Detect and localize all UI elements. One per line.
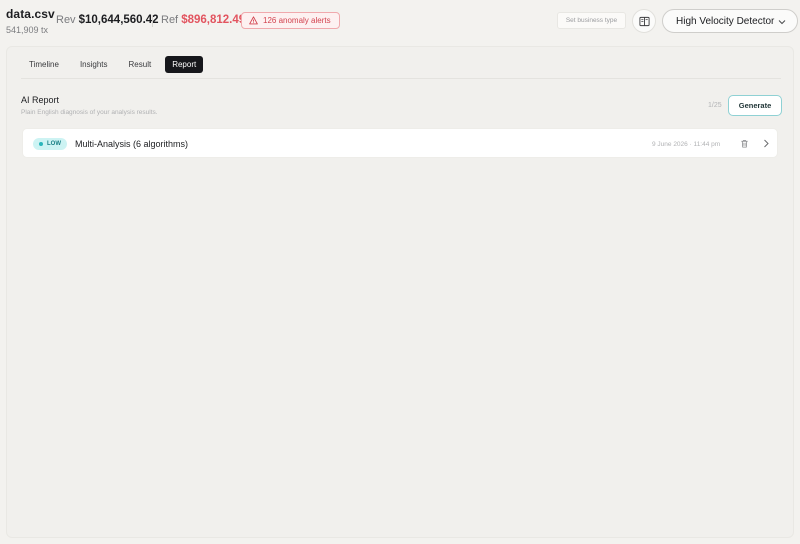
report-title: AI Report <box>21 95 60 105</box>
refund-value: $896,812.49 <box>181 14 246 26</box>
chevron-right-icon[interactable] <box>762 139 770 148</box>
generate-button[interactable]: Generate <box>728 95 782 116</box>
refund-metric: Ref $896,812.49 <box>161 14 245 26</box>
trash-icon[interactable] <box>740 139 749 148</box>
tabs-divider <box>21 78 781 79</box>
report-list-item[interactable]: LOW Multi-Analysis (6 algorithms) 9 June… <box>22 128 778 158</box>
severity-label: LOW <box>47 141 61 147</box>
refund-label: Ref <box>161 14 179 26</box>
revenue-label: Rev <box>56 14 76 26</box>
anomaly-alerts-label: 126 anomaly alerts <box>263 16 331 25</box>
revenue-metric: Rev $10,644,560.42 <box>56 14 159 26</box>
transaction-count: 541,909 tx <box>6 25 49 35</box>
business-type-input[interactable]: Set business type <box>557 12 626 29</box>
severity-badge: LOW <box>33 138 67 150</box>
severity-dot-icon <box>39 142 43 146</box>
detector-selected: High Velocity Detector <box>676 15 775 27</box>
tab-result[interactable]: Result <box>122 56 159 73</box>
report-subtitle: Plain English diagnosis of your analysis… <box>21 109 158 116</box>
tab-insights[interactable]: Insights <box>73 56 115 73</box>
anomaly-alerts-button[interactable]: 126 anomaly alerts <box>241 12 340 29</box>
report-item-date: 9 June 2026 · 11:44 pm <box>652 141 721 148</box>
warning-triangle-icon <box>249 16 258 25</box>
business-type-placeholder: Set business type <box>565 17 618 24</box>
book-icon <box>638 16 650 26</box>
tab-report[interactable]: Report <box>165 56 204 73</box>
file-name: data.csv <box>6 7 55 21</box>
guide-button[interactable] <box>632 9 656 33</box>
metric-divider <box>152 15 153 27</box>
revenue-value: $10,644,560.42 <box>78 14 159 26</box>
detector-select[interactable]: High Velocity Detector <box>662 9 798 33</box>
chevron-down-icon <box>778 20 786 25</box>
report-count: 1/25 <box>708 102 722 109</box>
tab-bar: Timeline Insights Result Report <box>22 56 210 73</box>
report-item-title: Multi-Analysis (6 algorithms) <box>75 139 189 149</box>
tab-timeline[interactable]: Timeline <box>22 56 66 73</box>
file-info: data.csv 541,909 tx <box>6 7 55 35</box>
main-panel: Timeline Insights Result Report AI Repor… <box>6 46 794 538</box>
